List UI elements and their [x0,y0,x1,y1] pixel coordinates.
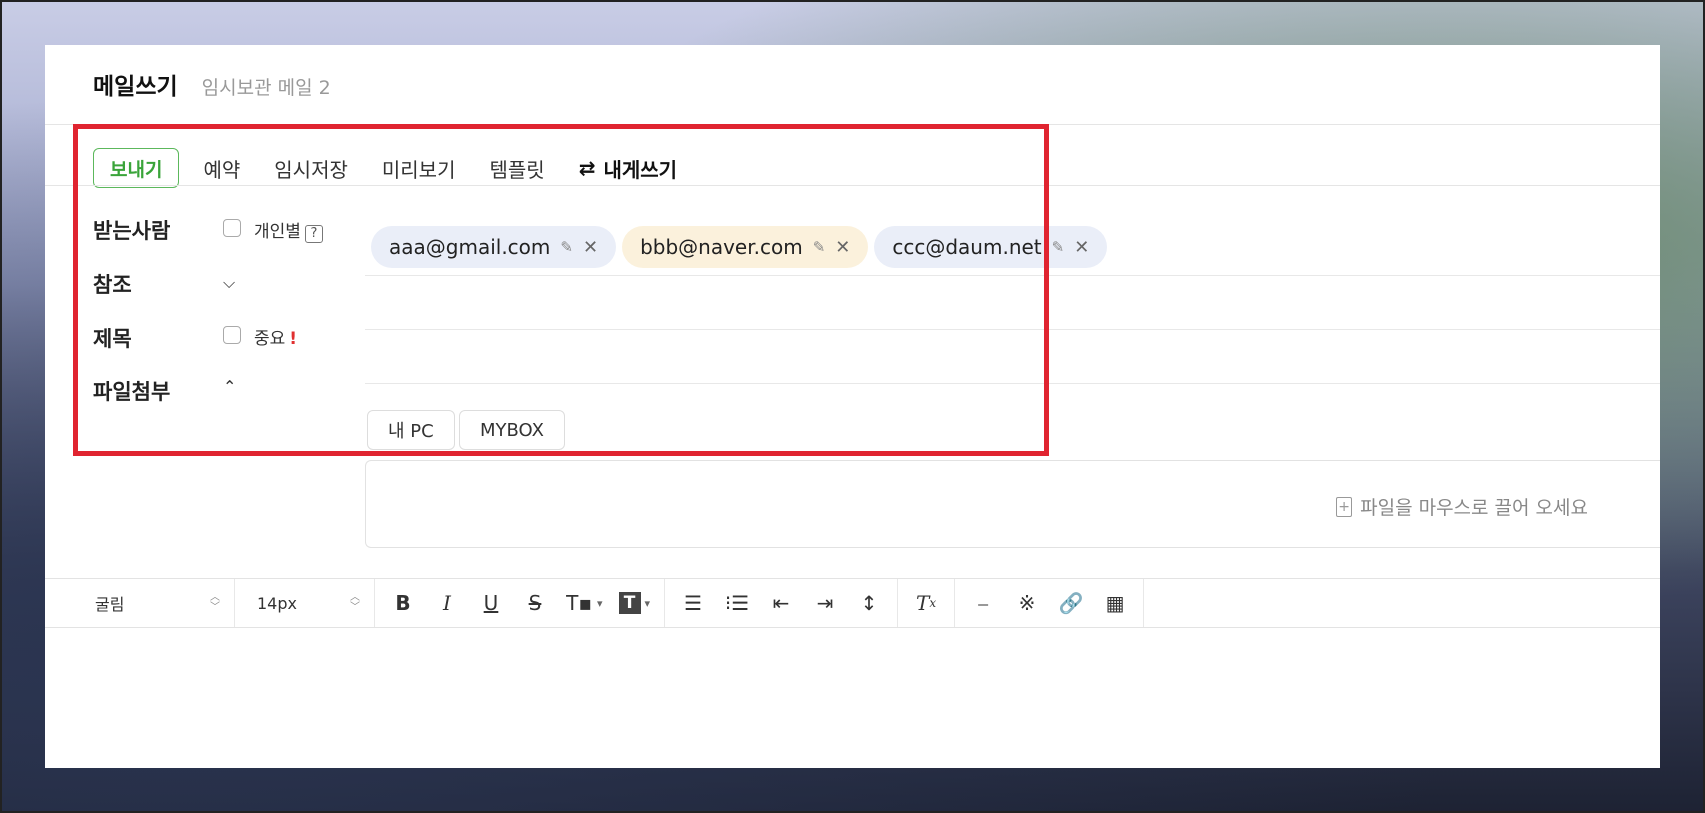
my-pc-button[interactable]: 내 PC [367,410,455,450]
individual-checkbox[interactable] [223,219,241,237]
outdent-icon[interactable]: ⇤ [767,589,795,617]
schedule-button[interactable]: 예약 [203,154,240,183]
important-checkbox[interactable] [223,326,241,344]
send-button[interactable]: 보내기 [93,148,180,188]
line-height-icon[interactable]: ↕ [855,589,883,617]
close-icon[interactable]: ✕ [1074,237,1089,258]
horizontal-rule-icon[interactable]: ⎯ [969,589,997,617]
page-title: 메일쓰기 [93,74,178,100]
swap-icon: ⇄ [578,156,596,180]
draft-count-link[interactable]: 임시보관 메일 2 [202,73,331,100]
font-size-value: 14px [257,593,297,613]
write-to-me-label: 내게쓰기 [603,157,678,182]
cc-input-line[interactable] [365,329,1660,330]
text-style-group: B I U S T▪ ▾ T ▾ [375,579,666,627]
attach-label: 파일첨부 [93,380,171,404]
recipient-email: bbb@naver.com [640,235,803,259]
strikethrough-icon[interactable]: S [521,589,549,617]
font-family-value: 굴림 [95,595,125,614]
write-to-me-button[interactable]: ⇄ 내게쓰기 [579,154,677,183]
pencil-icon[interactable]: ✎ [813,238,826,256]
subject-label: 제목 [93,327,132,351]
close-icon[interactable]: ✕ [835,237,850,258]
divider [45,185,1660,186]
underline-icon[interactable]: U [477,589,505,617]
recipient-chip[interactable]: aaa@gmail.com ✎ ✕ [371,226,617,268]
file-dropzone[interactable]: + 파일을 마우스로 끌어 오세요 [365,460,1660,548]
help-icon[interactable]: ? [304,225,323,243]
recipients-label: 받는사람 [93,219,171,243]
chevron-down-icon[interactable]: ▾ [597,597,603,610]
chevron-down-icon[interactable]: ⌵ [223,273,235,293]
exclamation-icon: ! [289,329,298,349]
recipient-email: ccc@daum.net [892,235,1042,259]
background-color-icon[interactable]: T [618,592,641,614]
recipients-underline [365,275,1660,276]
important-label: 중요! [254,324,297,349]
important-text: 중요 [254,329,286,349]
editor-body[interactable] [45,627,1660,768]
divider [45,124,1660,125]
header: 메일쓰기 임시보관 메일 2 [93,67,331,101]
italic-icon[interactable]: I [433,589,461,617]
drop-hint-text: 파일을 마우스로 끌어 오세요 [1360,497,1588,519]
pencil-icon[interactable]: ✎ [560,238,573,256]
font-family-select[interactable]: 굴림 ︿ ﹀ [45,579,235,627]
drop-hint: + 파일을 마우스로 끌어 오세요 [1336,493,1588,520]
chevron-down-icon[interactable]: ▾ [645,597,651,610]
table-icon[interactable]: ▦ [1101,589,1129,617]
save-draft-button[interactable]: 임시저장 [274,154,348,183]
align-left-icon[interactable]: ☰ [679,589,707,617]
clear-format-icon[interactable]: Tx [912,589,940,617]
individual-label: 개인별? [254,217,323,243]
updown-icon: ︿ ﹀ [210,592,220,613]
recipient-chip[interactable]: ccc@daum.net ✎ ✕ [874,226,1108,268]
cc-label: 참조 [93,273,132,297]
font-size-select[interactable]: 14px ︿ ﹀ [235,579,375,627]
recipient-email: aaa@gmail.com [389,235,551,259]
individual-text: 개인별 [254,222,301,242]
updown-icon: ︿ ﹀ [350,592,360,613]
recipient-chips: aaa@gmail.com ✎ ✕ bbb@naver.com ✎ ✕ ccc@… [371,226,1108,268]
font-color-icon[interactable]: T▪ [565,589,593,617]
preview-button[interactable]: 미리보기 [382,154,456,183]
chevron-up-icon[interactable]: ⌃ [223,377,236,396]
link-icon[interactable]: 🔗 [1057,589,1085,617]
mybox-button[interactable]: MYBOX [459,410,565,450]
file-add-icon: + [1336,496,1353,517]
close-icon[interactable]: ✕ [583,237,598,258]
bullet-list-icon[interactable]: ⁝☰ [723,589,751,617]
paragraph-group: ☰ ⁝☰ ⇤ ⇥ ↕ [665,579,899,627]
clear-format-group: Tx [898,579,956,627]
compose-toolbar: 보내기 예약 임시저장 미리보기 템플릿 ⇄ 내게쓰기 [93,148,677,188]
insert-group: ⎯ ※ 🔗 ▦ [955,579,1145,627]
recipient-chip[interactable]: bbb@naver.com ✎ ✕ [622,226,869,268]
indent-icon[interactable]: ⇥ [811,589,839,617]
special-character-icon[interactable]: ※ [1013,589,1041,617]
mail-compose-panel: 메일쓰기 임시보관 메일 2 보내기 예약 임시저장 미리보기 템플릿 ⇄ 내게… [45,45,1660,768]
subject-input-line[interactable] [365,383,1660,384]
bold-icon[interactable]: B [389,589,417,617]
template-button[interactable]: 템플릿 [489,154,544,183]
editor-toolbar: 굴림 ︿ ﹀ 14px ︿ ﹀ B I U S T▪ ▾ T ▾ ☰ ⁝☰ ⇤ ⇥ … [45,578,1660,628]
pencil-icon[interactable]: ✎ [1052,238,1065,256]
